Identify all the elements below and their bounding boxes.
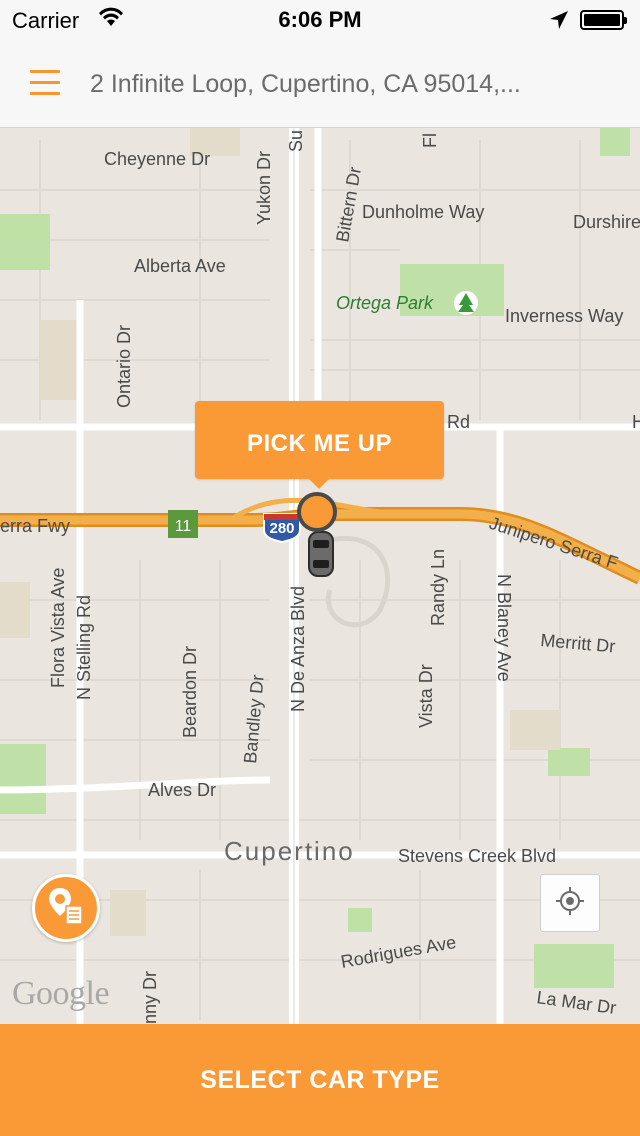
- map-label-dunholme: Dunholme Way: [362, 202, 484, 222]
- car-icon: [308, 531, 334, 577]
- map-label-nny: nny Dr: [140, 971, 160, 1024]
- map-label-rd: Rd: [447, 412, 470, 432]
- map-label-su: Su: [286, 130, 306, 152]
- map-label-blaney: N Blaney Ave: [494, 574, 514, 682]
- hamburger-menu-icon[interactable]: [30, 70, 62, 96]
- map-label-randy: Randy Ln: [428, 549, 448, 626]
- map-label-ontario: Ontario Dr: [114, 325, 134, 408]
- route-280-label: 280: [269, 520, 294, 537]
- map-label-flora-vista: Flora Vista Ave: [48, 568, 68, 688]
- pickup-address[interactable]: 2 Infinite Loop, Cupertino, CA 95014,...: [90, 70, 521, 99]
- map-label-cupertino: Cupertino: [224, 836, 355, 866]
- map-label-freeway: erra Fwy: [0, 516, 70, 536]
- map-label-stevens-creek: Stevens Creek Blvd: [398, 846, 556, 866]
- my-location-button[interactable]: [540, 874, 600, 932]
- map-label-cheyenne: Cheyenne Dr: [104, 149, 210, 169]
- map-label-durshire: Durshire: [573, 212, 640, 232]
- header-bar: 2 Infinite Loop, Cupertino, CA 95014,...: [0, 40, 640, 128]
- map-label-h: H: [632, 412, 640, 432]
- map-label-vista: Vista Dr: [416, 664, 436, 728]
- crosshair-locate-icon: [554, 885, 586, 922]
- battery-icon: [580, 10, 627, 30]
- map-label-de-anza: N De Anza Blvd: [288, 586, 308, 712]
- map-label-alberta: Alberta Ave: [134, 256, 226, 276]
- map-label-inverness: Inverness Way: [505, 306, 623, 326]
- route-11-label: 11: [175, 518, 192, 535]
- location-arrow-icon: [548, 9, 570, 37]
- status-bar: Carrier 6:06 PM: [0, 0, 640, 40]
- pick-me-up-button[interactable]: PICK ME UP: [195, 401, 444, 489]
- map-label-stelling: N Stelling Rd: [74, 595, 94, 700]
- map-pin-list-icon: [44, 884, 88, 933]
- select-car-type-button[interactable]: SELECT CAR TYPE: [0, 1024, 640, 1136]
- pickup-pin-icon: [297, 492, 337, 532]
- map-label-yukon: Yukon Dr: [254, 151, 274, 225]
- map-label-ortega-park: Ortega Park: [336, 293, 434, 313]
- status-time: 6:06 PM: [278, 7, 362, 32]
- google-logo: Google: [12, 975, 110, 1012]
- saved-places-button[interactable]: [32, 874, 100, 942]
- map-label-fl: Fl: [420, 133, 440, 148]
- map-label-alves: Alves Dr: [148, 780, 216, 800]
- map-label-beardon: Beardon Dr: [180, 646, 200, 738]
